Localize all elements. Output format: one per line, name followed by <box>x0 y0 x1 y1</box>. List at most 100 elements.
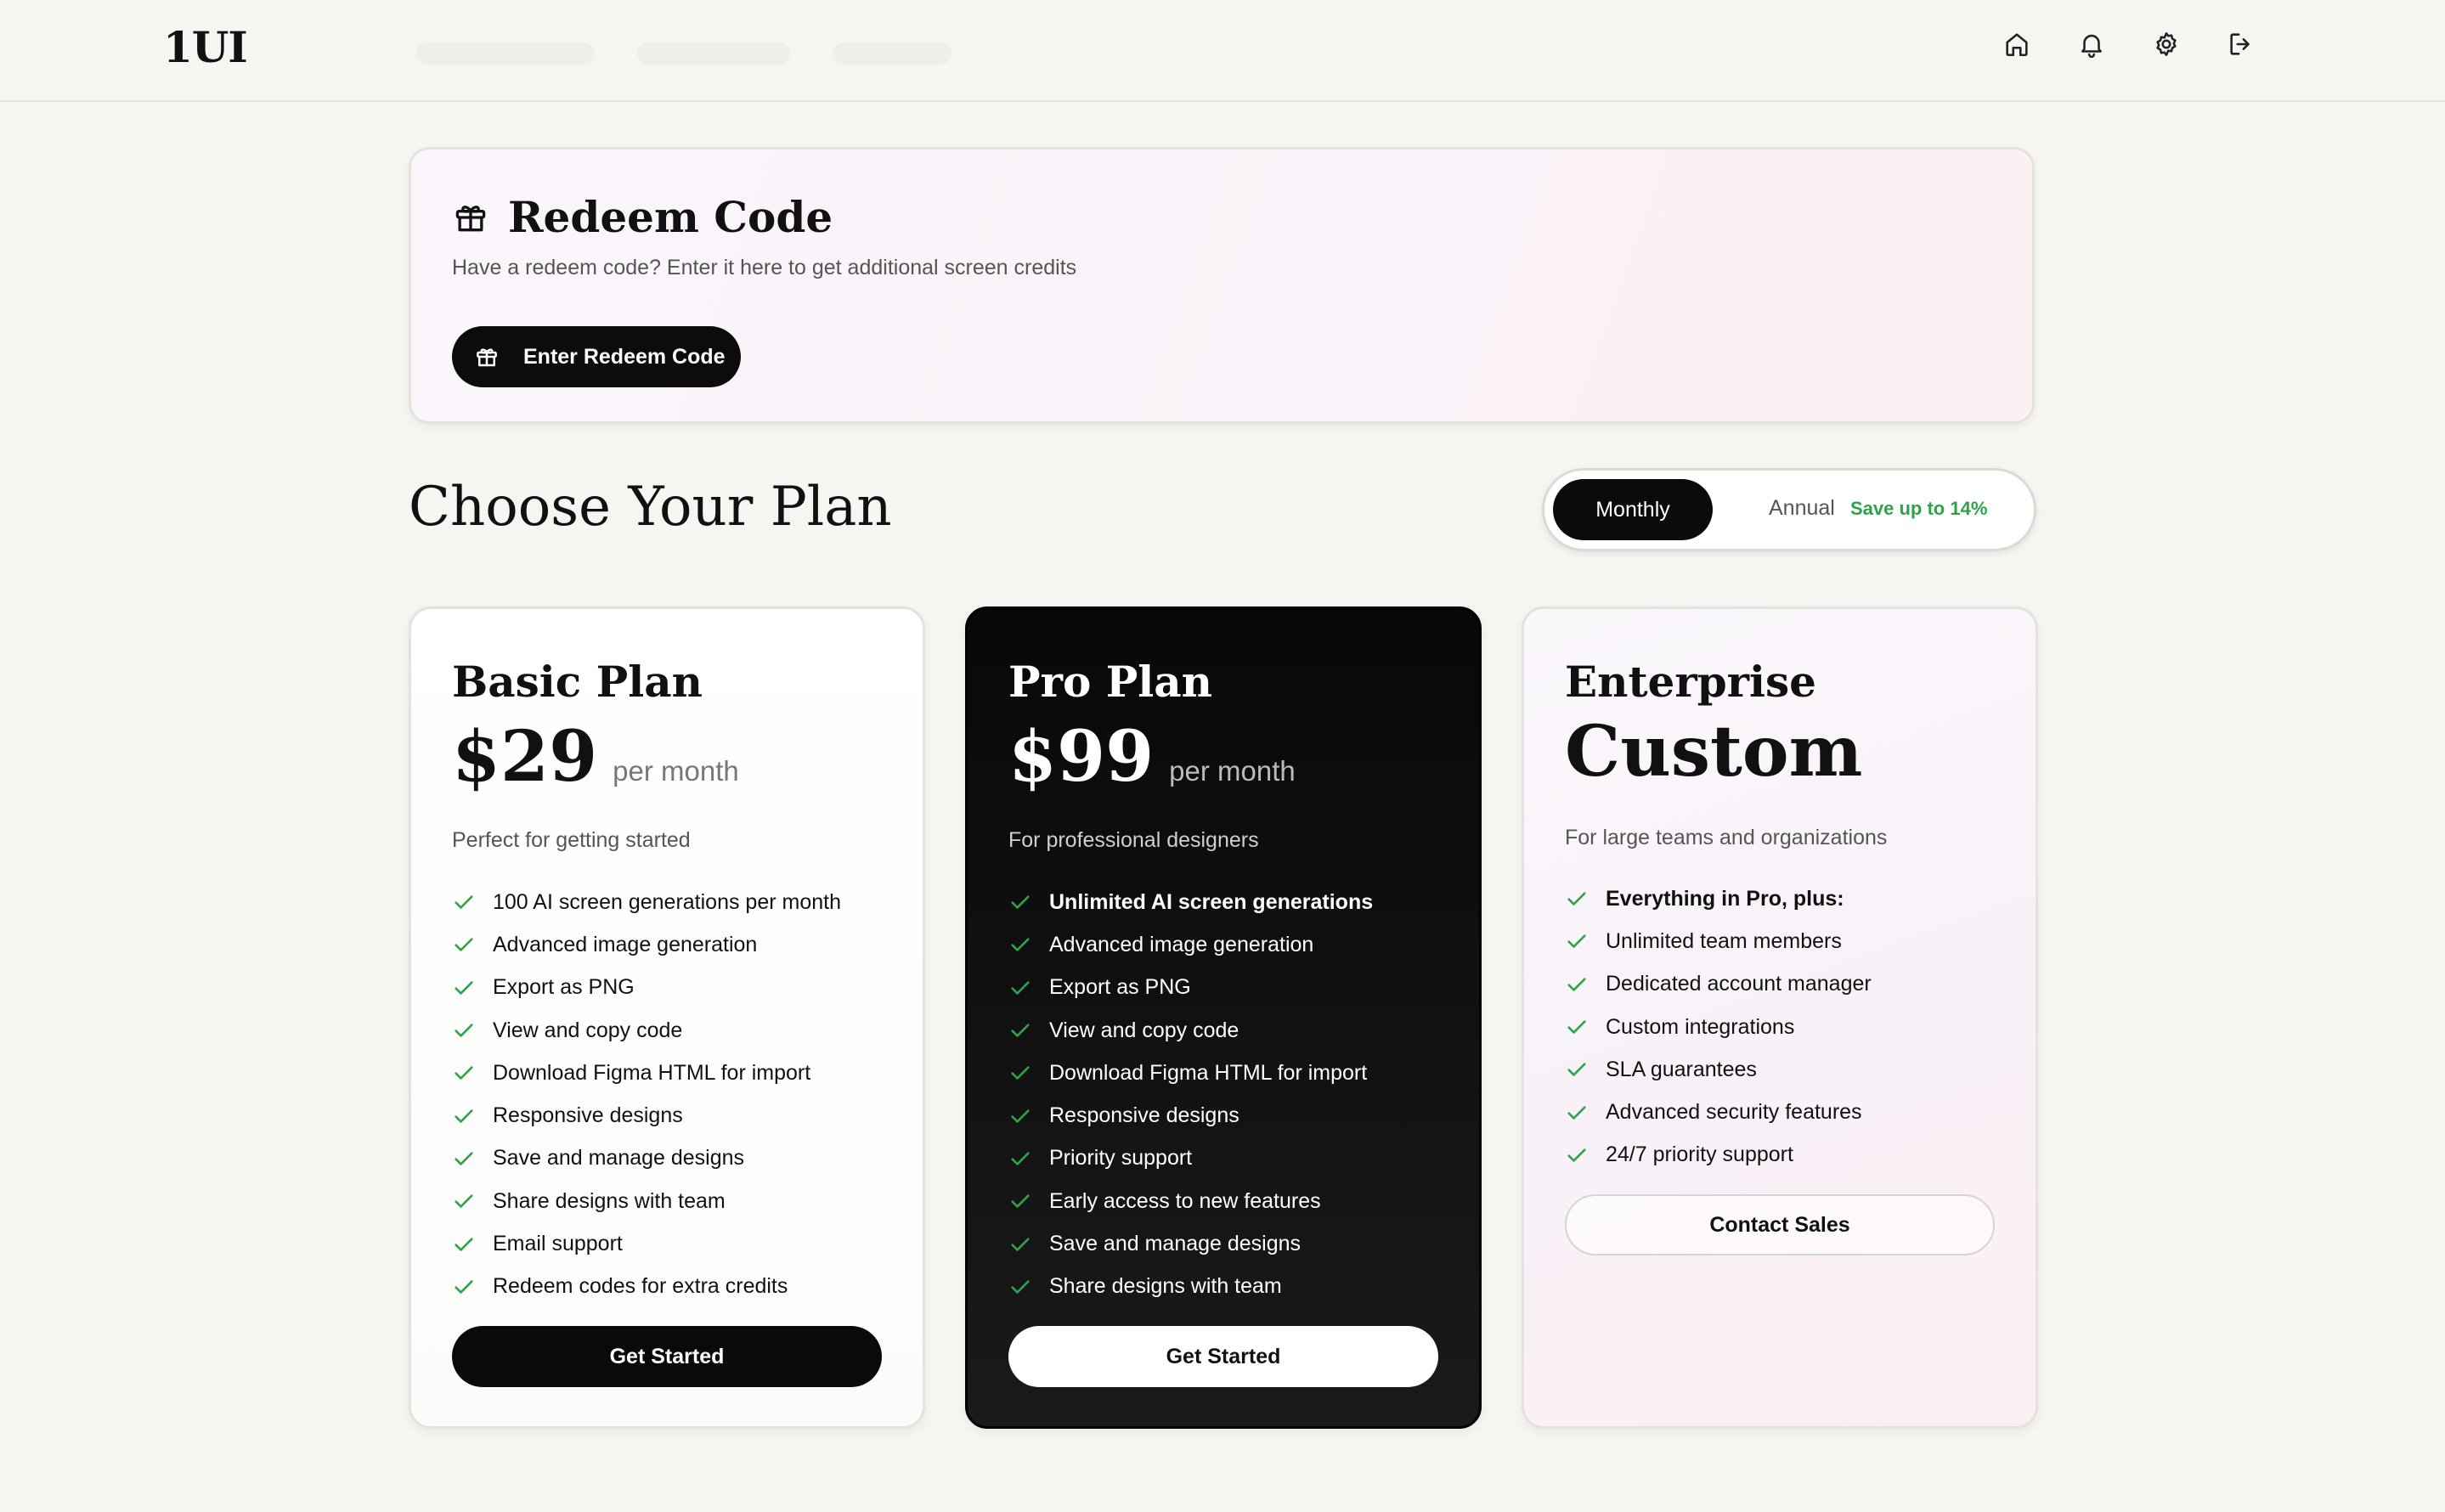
plan-description: For large teams and organizations <box>1565 826 1888 849</box>
feature-label: Responsive designs <box>493 1103 683 1128</box>
feature-label: Email support <box>493 1232 623 1256</box>
plans-title: Choose Your Plan <box>409 476 892 539</box>
feature-label: 24/7 priority support <box>1606 1142 1793 1167</box>
feature-label: Priority support <box>1049 1146 1193 1171</box>
plan-name: Pro Plan <box>1008 657 1213 707</box>
feature-item: Everything in Pro, plus: <box>1565 877 1872 920</box>
nav-links-placeholder <box>416 42 951 65</box>
feature-label: SLA guarantees <box>1606 1057 1757 1081</box>
feature-item: Advanced image generation <box>452 923 841 966</box>
gift-icon <box>455 205 486 231</box>
check-icon <box>1567 934 1586 949</box>
feature-label: Everything in Pro, plus: <box>1606 886 1844 911</box>
feature-item: Export as PNG <box>1008 967 1373 1009</box>
feature-item: Save and manage designs <box>1008 1222 1373 1265</box>
check-icon <box>455 938 473 952</box>
check-icon <box>1011 1066 1030 1080</box>
feature-label: Advanced image generation <box>493 932 758 956</box>
check-icon <box>1011 1152 1030 1165</box>
bell-icon[interactable] <box>2076 29 2107 59</box>
price-amount: $29 <box>452 716 598 798</box>
feature-label: View and copy code <box>493 1018 683 1042</box>
feature-item: Export as PNG <box>452 967 841 1009</box>
logo[interactable]: 1UI <box>163 22 248 72</box>
check-icon <box>455 1152 473 1165</box>
feature-item: Priority support <box>1008 1137 1373 1180</box>
feature-label: Save and manage designs <box>1049 1232 1302 1256</box>
toggle-monthly[interactable]: Monthly <box>1553 479 1713 540</box>
feature-item: Download Figma HTML for import <box>1008 1052 1373 1094</box>
check-icon <box>1011 938 1030 952</box>
check-icon <box>1011 895 1030 909</box>
feature-item: Advanced security features <box>1565 1091 1872 1133</box>
home-icon[interactable] <box>2002 29 2032 59</box>
logout-icon[interactable] <box>2226 29 2256 59</box>
enterprise-plan-card: Enterprise Custom For large teams and or… <box>1522 606 2038 1429</box>
feature-item: Share designs with team <box>452 1180 841 1222</box>
nav-link-blurred[interactable] <box>416 42 595 65</box>
save-badge: Save up to 14% <box>1850 498 1988 519</box>
feature-list: 100 AI screen generations per month Advan… <box>452 881 841 1308</box>
feature-label: Save and manage designs <box>493 1146 745 1171</box>
plan-name: Basic Plan <box>452 657 703 707</box>
feature-item: Save and manage designs <box>452 1137 841 1180</box>
gear-icon[interactable] <box>2151 29 2182 59</box>
billing-toggle: Monthly Annual Save up to 14% <box>1542 468 2036 551</box>
check-icon <box>1567 1020 1586 1034</box>
price-period: per month <box>1169 755 1296 787</box>
check-icon <box>1011 981 1030 995</box>
feature-list: Unlimited AI screen generations Advanced … <box>1008 881 1373 1308</box>
check-icon <box>455 1066 473 1080</box>
feature-item: Dedicated account manager <box>1565 963 1872 1006</box>
feature-label: Redeem codes for extra credits <box>493 1274 788 1299</box>
check-icon <box>1567 1148 1586 1162</box>
toggle-annual[interactable]: Annual <box>1769 496 1835 521</box>
plan-price: $99 per month <box>1008 716 1296 798</box>
pro-plan-card: Pro Plan $99 per month For professional … <box>965 606 1482 1429</box>
nav-link-blurred[interactable] <box>637 42 790 65</box>
check-icon <box>1011 1109 1030 1123</box>
feature-label: Share designs with team <box>493 1188 726 1213</box>
feature-item: Unlimited team members <box>1565 920 1872 962</box>
check-icon <box>1011 1194 1030 1208</box>
feature-item: View and copy code <box>452 1009 841 1052</box>
check-icon <box>1011 1280 1030 1294</box>
redeem-code-card: Redeem Code Have a redeem code? Enter it… <box>409 147 2035 424</box>
top-header: 1UI <box>0 0 2445 102</box>
feature-item: Redeem codes for extra credits <box>452 1266 841 1308</box>
basic-plan-card: Basic Plan $29 per month Perfect for get… <box>409 606 925 1429</box>
check-icon <box>1011 1024 1030 1037</box>
feature-item: 100 AI screen generations per month <box>452 881 841 923</box>
plan-name: Enterprise <box>1565 657 1816 707</box>
redeem-title: Redeem Code <box>508 192 833 242</box>
feature-list: Everything in Pro, plus: Unlimited team m… <box>1565 877 1872 1176</box>
check-icon <box>455 895 473 909</box>
plan-description: For professional designers <box>1008 828 1259 852</box>
check-icon <box>455 1280 473 1294</box>
feature-item: Early access to new features <box>1008 1180 1373 1222</box>
plan-description: Perfect for getting started <box>452 828 691 852</box>
feature-item: Share designs with team <box>1008 1266 1373 1308</box>
contact-sales-button[interactable]: Contact Sales <box>1565 1194 1995 1255</box>
check-icon <box>1567 1105 1586 1120</box>
check-icon <box>455 1237 473 1251</box>
feature-item: Responsive designs <box>1008 1094 1373 1137</box>
feature-label: Unlimited AI screen generations <box>1049 889 1374 914</box>
get-started-button[interactable]: Get Started <box>1008 1326 1438 1387</box>
feature-label: Share designs with team <box>1049 1274 1282 1299</box>
feature-label: Advanced image generation <box>1049 932 1314 956</box>
check-icon <box>455 1024 473 1037</box>
feature-label: Download Figma HTML for import <box>493 1060 811 1085</box>
feature-item: Unlimited AI screen generations <box>1008 881 1373 923</box>
price-period: per month <box>613 755 739 787</box>
enter-redeem-code-button[interactable]: Enter Redeem Code <box>452 326 741 387</box>
feature-label: Dedicated account manager <box>1606 972 1872 996</box>
check-icon <box>1567 978 1586 991</box>
get-started-button[interactable]: Get Started <box>452 1326 882 1387</box>
feature-item: Responsive designs <box>452 1094 841 1137</box>
nav-link-blurred[interactable] <box>833 42 951 65</box>
redeem-title-row: Redeem Code <box>452 192 833 242</box>
check-icon <box>1567 1063 1586 1077</box>
feature-label: Custom integrations <box>1606 1014 1795 1039</box>
check-icon <box>1567 892 1586 906</box>
